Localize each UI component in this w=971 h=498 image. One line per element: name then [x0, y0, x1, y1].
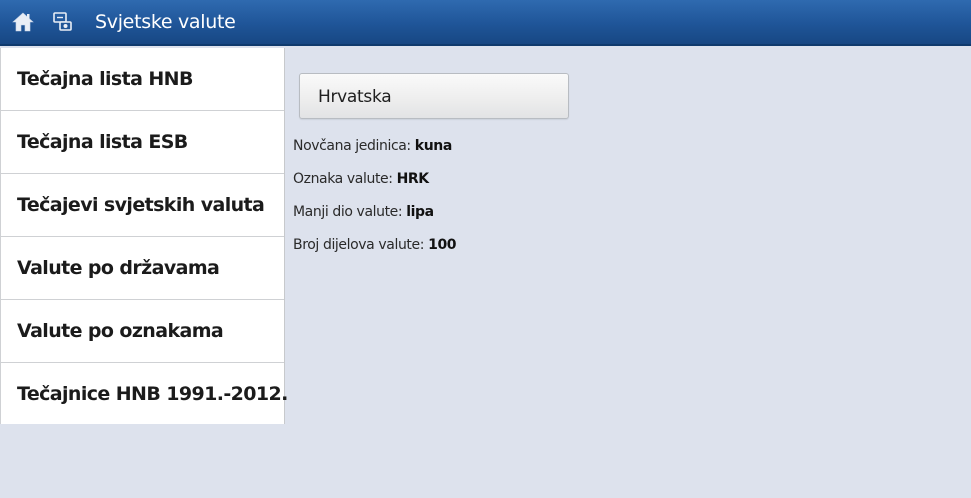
sidebar-item-label: Tečajna lista HNB [17, 68, 193, 90]
sidebar-item-label: Tečajnice HNB 1991.-2012. [17, 383, 288, 405]
currency-code-row: Oznaka valute: HRK [293, 170, 429, 188]
currency-unit-value: kuna [414, 138, 452, 154]
currency-subunit-label: Manji dio valute: [293, 204, 407, 220]
currency-subunit-value: lipa [406, 204, 434, 220]
home-icon[interactable] [12, 11, 34, 33]
country-button-label: Hrvatska [318, 87, 392, 107]
currency-unit-row: Novčana jedinica: kuna [293, 137, 452, 155]
currency-subunit-count-row: Broj dijelova valute: 100 [293, 236, 457, 254]
sidebar-item-label: Tečajna lista ESB [17, 131, 188, 153]
sidebar-item-tecajnice-hnb[interactable]: Tečajnice HNB 1991.-2012. [0, 363, 288, 424]
sidebar-item-tecajevi-svjetskih-valuta[interactable]: Tečajevi svjetskih valuta [0, 174, 284, 237]
currency-code-label: Oznaka valute: [293, 171, 397, 187]
currency-subunit-count-label: Broj dijelova valute: [293, 237, 429, 253]
currency-app-icon[interactable] [52, 11, 74, 33]
currency-unit-label: Novčana jedinica: [293, 138, 415, 154]
app-title: Svjetske valute [95, 11, 236, 33]
sidebar-item-label: Valute po državama [17, 257, 220, 279]
app-bar: Svjetske valute [0, 0, 971, 46]
currency-subunit-row: Manji dio valute: lipa [293, 203, 434, 221]
sidebar-item-tecajna-lista-hnb[interactable]: Tečajna lista HNB [0, 48, 284, 111]
currency-code-value: HRK [396, 171, 430, 187]
sidebar-item-label: Valute po oznakama [17, 320, 224, 342]
country-select-button[interactable]: Hrvatska [299, 73, 569, 119]
sidebar-item-valute-po-drzavama[interactable]: Valute po državama [0, 237, 284, 300]
sidebar-item-valute-po-oznakama[interactable]: Valute po oznakama [0, 300, 284, 363]
sidebar-item-tecajna-lista-esb[interactable]: Tečajna lista ESB [0, 111, 284, 174]
sidebar-menu: Tečajna lista HNB Tečajna lista ESB Teča… [0, 48, 288, 424]
currency-subunit-count-value: 100 [428, 237, 457, 253]
sidebar-item-label: Tečajevi svjetskih valuta [17, 194, 265, 216]
